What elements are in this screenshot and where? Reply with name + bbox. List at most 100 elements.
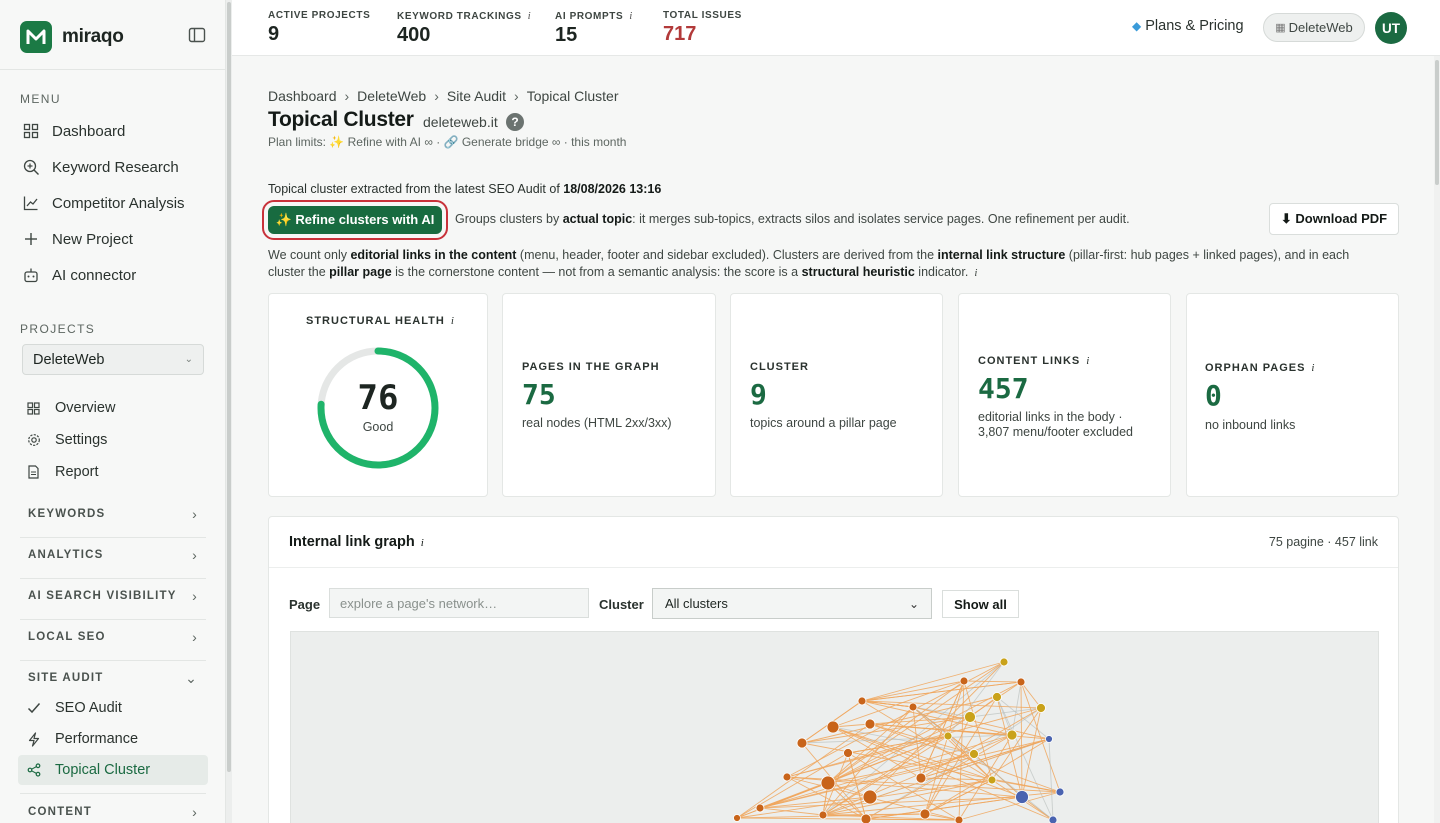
main-scrollbar[interactable] bbox=[1434, 56, 1440, 823]
sidebar-item-keyword-research[interactable]: Keyword Research bbox=[22, 152, 208, 182]
graph-edge bbox=[963, 680, 1022, 683]
graph-node[interactable] bbox=[796, 737, 808, 749]
graph-node[interactable] bbox=[864, 718, 876, 730]
card-label: CLUSTER bbox=[750, 361, 809, 373]
brand[interactable]: miraqo bbox=[20, 21, 124, 53]
graph-node[interactable] bbox=[782, 772, 792, 782]
graph-node[interactable] bbox=[964, 711, 976, 723]
graph-node[interactable] bbox=[820, 775, 836, 791]
graph-node[interactable] bbox=[826, 720, 840, 734]
project-select[interactable]: DeleteWeb ⌄ bbox=[22, 344, 204, 375]
plans-pricing-link[interactable]: ◆ Plans & Pricing bbox=[1132, 18, 1244, 34]
graph-canvas[interactable] bbox=[290, 631, 1379, 823]
info-icon[interactable]: i bbox=[1086, 355, 1089, 367]
breadcrumb-site-audit[interactable]: Site Audit bbox=[447, 88, 506, 104]
graph-node[interactable] bbox=[999, 657, 1009, 667]
methodology-note: We count only editorial links in the con… bbox=[268, 247, 1388, 282]
project-pill[interactable]: ▦ DeleteWeb bbox=[1263, 13, 1365, 42]
download-pdf-button[interactable]: ⬇ Download PDF bbox=[1269, 203, 1399, 235]
graph-node[interactable] bbox=[862, 789, 878, 805]
sidebar-item-overview[interactable]: Overview bbox=[22, 393, 208, 423]
graph-node[interactable] bbox=[1045, 735, 1053, 743]
avatar[interactable]: UT bbox=[1375, 12, 1407, 44]
extracted-info: Topical cluster extracted from the lates… bbox=[268, 182, 661, 196]
group-divider bbox=[20, 619, 206, 620]
note-text: (menu, header, footer and sidebar exclud… bbox=[516, 248, 938, 262]
sidebar-toggle-icon[interactable] bbox=[188, 26, 208, 46]
sidebar-item-label: Keyword Research bbox=[52, 158, 179, 176]
graph-node[interactable] bbox=[1036, 703, 1046, 713]
graph-edge bbox=[869, 716, 971, 725]
card-label-text: STRUCTURAL HEALTH bbox=[306, 315, 445, 327]
magnifier-plus-icon bbox=[22, 158, 40, 176]
info-icon[interactable]: i bbox=[451, 315, 454, 327]
panel-divider bbox=[269, 567, 1398, 568]
sidebar-item-report[interactable]: Report bbox=[22, 457, 208, 487]
sidebar-item-competitor-analysis[interactable]: Competitor Analysis bbox=[22, 188, 208, 218]
card-sub-line: editorial links in the body · bbox=[978, 410, 1123, 424]
graph-edge bbox=[1020, 681, 1023, 798]
health-grade: Good bbox=[362, 420, 394, 434]
page-search-input[interactable] bbox=[329, 588, 589, 618]
sidebar-item-dashboard[interactable]: Dashboard bbox=[22, 116, 208, 146]
group-label: SITE AUDIT bbox=[28, 672, 104, 684]
info-icon[interactable]: i bbox=[629, 10, 633, 22]
graph-node[interactable] bbox=[860, 813, 872, 823]
card-label: PAGES IN THE GRAPH bbox=[522, 361, 660, 373]
chevron-right-icon: › bbox=[192, 629, 198, 645]
graph-node[interactable] bbox=[959, 676, 969, 686]
sidebar-item-label: Report bbox=[55, 464, 99, 480]
graph-node[interactable] bbox=[818, 810, 828, 820]
graph-node[interactable] bbox=[954, 815, 964, 823]
breadcrumb-dashboard[interactable]: Dashboard bbox=[268, 88, 337, 104]
graph-node[interactable] bbox=[943, 731, 953, 741]
graph-node[interactable] bbox=[843, 748, 853, 758]
card-pages-in-graph: PAGES IN THE GRAPH 75 real nodes (HTML 2… bbox=[502, 293, 716, 497]
refine-clusters-button[interactable]: ✨ Refine clusters with AI bbox=[268, 206, 442, 234]
graph-node[interactable] bbox=[908, 702, 918, 712]
chevron-down-icon: ⌄ bbox=[908, 596, 919, 611]
info-icon[interactable]: i bbox=[1311, 362, 1314, 374]
sidebar-scrollbar[interactable] bbox=[226, 0, 232, 823]
group-divider bbox=[20, 793, 206, 794]
graph-node[interactable] bbox=[969, 749, 979, 759]
note-bold: internal link structure bbox=[937, 248, 1066, 262]
info-icon[interactable]: i bbox=[974, 267, 977, 279]
sidebar-group-analytics[interactable]: ANALYTICS › bbox=[20, 540, 206, 570]
sidebar-group-ai-search-visibility[interactable]: AI SEARCH VISIBILITY › bbox=[20, 581, 206, 611]
cluster-filter-label: Cluster bbox=[599, 597, 644, 612]
graph-node[interactable] bbox=[1016, 677, 1026, 687]
sidebar-item-settings[interactable]: Settings bbox=[22, 425, 208, 455]
sidebar-item-performance[interactable]: Performance bbox=[22, 724, 208, 754]
info-icon[interactable]: i bbox=[528, 10, 532, 22]
graph-node[interactable] bbox=[857, 696, 867, 706]
sidebar-item-seo-audit[interactable]: SEO Audit bbox=[22, 693, 208, 723]
scrollbar-thumb[interactable] bbox=[227, 2, 231, 772]
help-icon[interactable]: ? bbox=[506, 113, 524, 131]
sidebar-item-topical-cluster[interactable]: Topical Cluster bbox=[18, 755, 208, 785]
network-graph[interactable] bbox=[291, 632, 1378, 823]
graph-node[interactable] bbox=[1055, 787, 1065, 797]
graph-node[interactable] bbox=[919, 808, 931, 820]
scrollbar-thumb[interactable] bbox=[1435, 60, 1439, 185]
sidebar-item-new-project[interactable]: New Project bbox=[22, 224, 208, 254]
sidebar-group-content[interactable]: CONTENT › bbox=[20, 797, 206, 823]
graph-node[interactable] bbox=[1015, 790, 1029, 804]
graph-node[interactable] bbox=[1006, 729, 1018, 741]
info-icon[interactable]: i bbox=[421, 537, 424, 549]
sidebar-group-site-audit[interactable]: SITE AUDIT ⌄ bbox=[20, 663, 206, 693]
graph-node[interactable] bbox=[755, 803, 765, 813]
cluster-select[interactable]: All clusters ⌄ bbox=[652, 588, 932, 619]
sidebar-item-ai-connector[interactable]: AI connector bbox=[22, 260, 208, 290]
graph-node[interactable] bbox=[987, 775, 997, 785]
projects-section-label: PROJECTS bbox=[20, 322, 96, 336]
sidebar-group-keywords[interactable]: KEYWORDS › bbox=[20, 499, 206, 529]
note-text: indicator. bbox=[914, 265, 969, 279]
graph-node[interactable] bbox=[733, 814, 741, 822]
graph-node[interactable] bbox=[992, 692, 1002, 702]
graph-node[interactable] bbox=[1048, 815, 1058, 823]
graph-node[interactable] bbox=[915, 772, 927, 784]
sidebar-group-local-seo[interactable]: LOCAL SEO › bbox=[20, 622, 206, 652]
breadcrumb-project[interactable]: DeleteWeb bbox=[357, 88, 426, 104]
show-all-button[interactable]: Show all bbox=[942, 590, 1019, 618]
